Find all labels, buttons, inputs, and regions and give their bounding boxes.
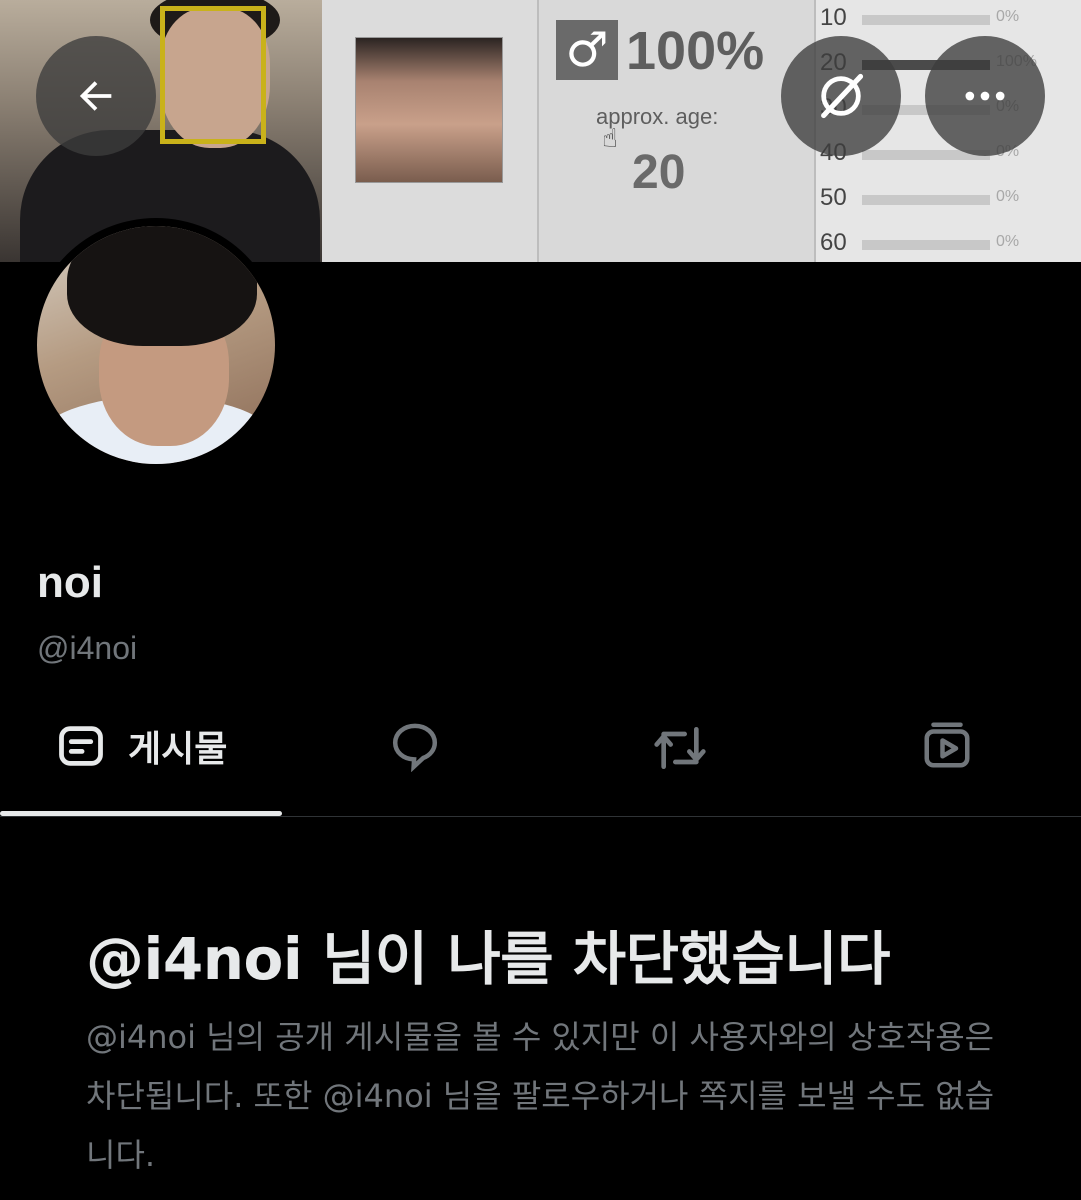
repost-icon [654, 727, 706, 769]
avatar-image [37, 226, 275, 464]
tab-posts-label: 게시물 [128, 729, 228, 770]
age-bucket-percent: 0% [996, 233, 1020, 250]
more-horizontal-icon [965, 91, 1005, 101]
age-bucket-row: 60 0% [820, 229, 1060, 257]
age-bucket-bar [862, 240, 990, 250]
grok-icon [821, 73, 864, 119]
tab-reposts[interactable] [548, 690, 814, 816]
active-tab-indicator [0, 811, 282, 816]
age-bucket-row: 10 0% [820, 4, 1060, 32]
age-bucket-bar [862, 195, 990, 205]
avatar[interactable] [29, 218, 283, 472]
age-bucket-label: 10 [820, 4, 847, 31]
approx-age-value: 20 [632, 146, 686, 199]
posts-icon [59, 726, 103, 766]
back-button[interactable] [36, 36, 156, 156]
blocked-title: @i4noi 님이 나를 차단했습니다 [86, 925, 890, 993]
arrow-left-icon [79, 81, 112, 111]
grok-button[interactable] [781, 36, 901, 156]
age-bucket-row: 50 0% [820, 184, 1060, 212]
age-bucket-label: 60 [820, 229, 847, 256]
age-bucket-label: 50 [820, 184, 847, 211]
user-handle: @i4noi [37, 630, 138, 666]
gender-percent: 100% [626, 21, 765, 81]
blocked-description: @i4noi 님의 공개 게시물을 볼 수 있지만 이 사용자와의 상호작용은 … [86, 1018, 995, 1174]
tab-media[interactable] [814, 690, 1081, 816]
profile-tabs: 게시물 [0, 690, 1081, 817]
tab-replies[interactable] [282, 690, 548, 816]
face-thumbnail [356, 38, 502, 182]
face-detection-box [160, 6, 266, 144]
avatar-hair [67, 226, 257, 346]
media-icon [924, 722, 970, 768]
tab-posts[interactable]: 게시물 [0, 690, 282, 816]
age-bucket-percent: 0% [996, 188, 1020, 205]
male-symbol-icon: ♂ [556, 20, 618, 80]
replies-icon [392, 723, 438, 772]
age-bucket-bar [862, 15, 990, 25]
more-options-button[interactable] [925, 36, 1045, 156]
age-bucket-percent: 0% [996, 8, 1020, 25]
hand-cursor-icon: ☝ [602, 124, 618, 154]
display-name: noi [37, 558, 103, 607]
